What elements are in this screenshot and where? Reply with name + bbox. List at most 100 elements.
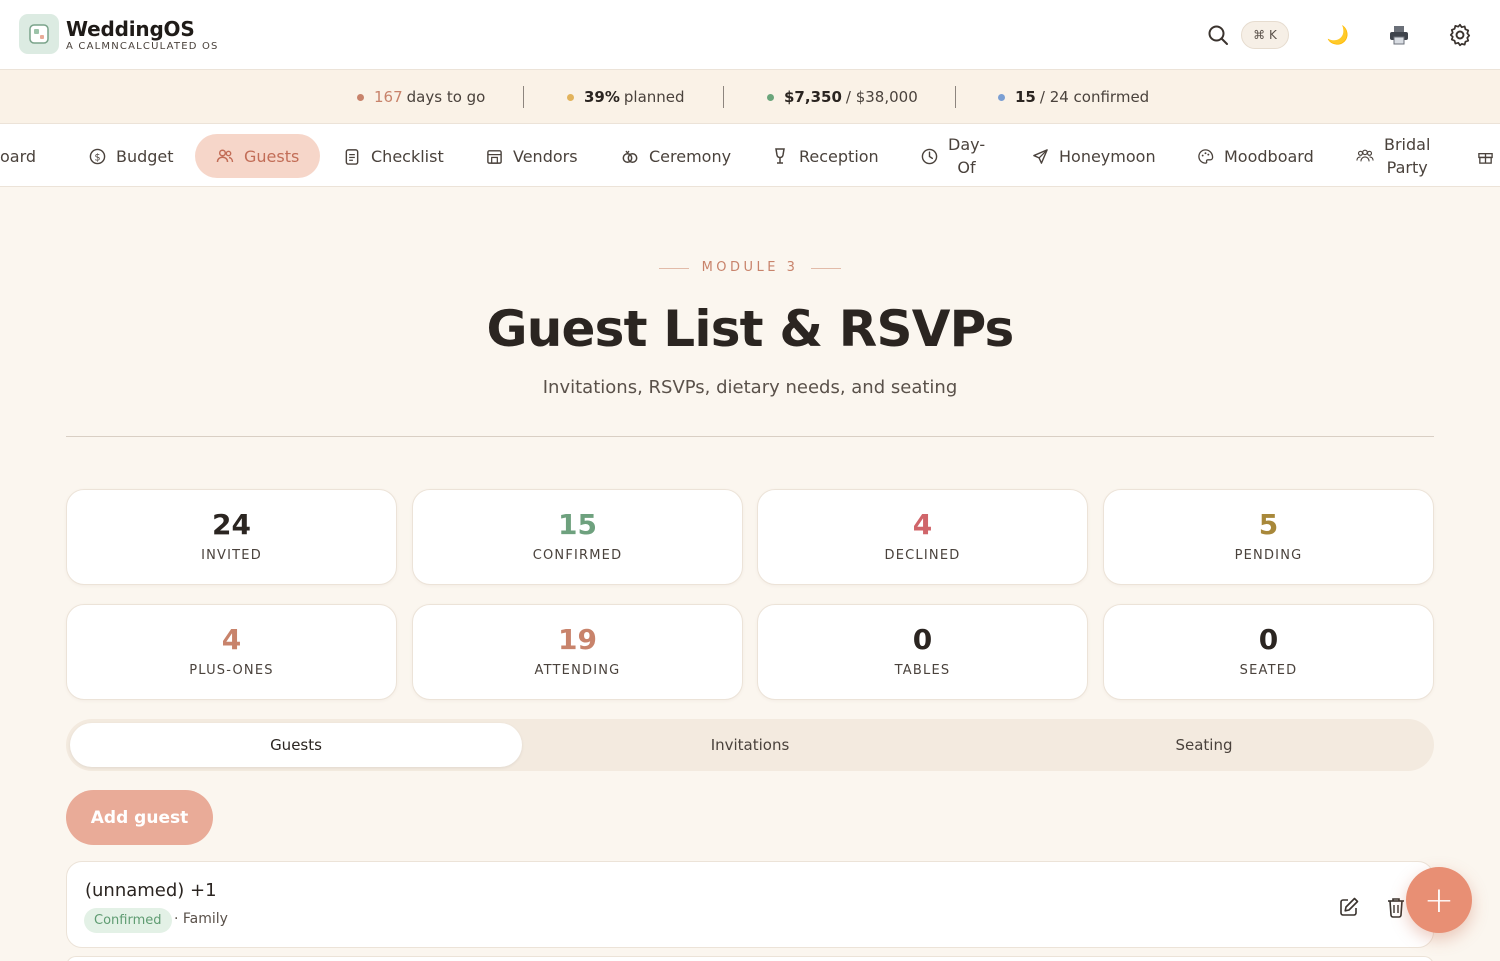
card-value: 24 — [212, 508, 251, 541]
card-value: 5 — [1258, 508, 1279, 541]
card-label: PENDING — [1234, 548, 1303, 563]
planned-stat: 39% planned — [567, 86, 685, 108]
nav-item-label: Ceremony — [649, 146, 732, 166]
status-dot — [767, 93, 774, 101]
plus-ones-card: 4 PLUS-ONES — [66, 604, 397, 700]
card-label: SEATED — [1239, 663, 1298, 678]
page-title: Guest List & RSVPs — [486, 300, 1014, 358]
nav-item-bridal-party[interactable]: Bridal Party — [1356, 134, 1430, 178]
nav-item-label: oard — [0, 146, 37, 166]
card-value: 0 — [1258, 623, 1279, 656]
gear-icon[interactable] — [1445, 20, 1475, 50]
nav-label-line: Party — [1386, 158, 1428, 177]
invited-card: 24 INVITED — [66, 489, 397, 585]
nav-item-dashboard[interactable]: oard — [0, 134, 36, 178]
dollar-icon: $ — [88, 147, 106, 165]
trash-icon[interactable] — [1384, 895, 1408, 919]
card-label: DECLINED — [884, 548, 961, 563]
days-value: 167 — [374, 88, 403, 106]
nav-item-registry[interactable] — [1476, 134, 1500, 178]
days-label: days to go — [406, 88, 486, 106]
nav-item-reception[interactable]: Reception — [771, 134, 879, 178]
guest-name: (unnamed) +1 — [85, 880, 217, 901]
nav-item-label: Moodboard — [1224, 146, 1314, 166]
section-divider — [66, 436, 1434, 437]
nav-item-moodboard[interactable]: Moodboard — [1196, 134, 1314, 178]
brand-name: WeddingOS — [66, 17, 195, 41]
send-icon — [1031, 147, 1049, 165]
nav-item-label: Day- Of — [948, 133, 985, 179]
tab-guests[interactable]: Guests — [70, 723, 522, 767]
card-label: TABLES — [894, 663, 951, 678]
card-label: CONFIRMED — [532, 548, 623, 563]
guest-row: (unnamed) +1 Confirmed · Family — [66, 861, 1434, 948]
status-dot — [357, 93, 364, 101]
page-subtitle: Invitations, RSVPs, dietary needs, and s… — [542, 377, 958, 398]
planned-value: 39% — [584, 88, 620, 106]
card-label: PLUS-ONES — [189, 663, 274, 678]
card-label: ATTENDING — [534, 663, 621, 678]
next-guest-row — [66, 956, 1434, 961]
group-icon — [1356, 147, 1374, 165]
floating-add-button[interactable]: + — [1406, 867, 1472, 933]
status-badge: Confirmed — [84, 908, 172, 933]
top-bar: WeddingOS A CALMNCALCULATED OS ⌘ K 🌙 — [0, 0, 1500, 70]
users-icon — [216, 147, 234, 165]
divider — [955, 86, 956, 108]
divider — [723, 86, 724, 108]
nav-item-honeymoon[interactable]: Honeymoon — [1031, 134, 1156, 178]
nav-item-guests[interactable]: Guests — [195, 134, 321, 178]
nav-item-label: Bridal Party — [1384, 133, 1430, 179]
tab-seating[interactable]: Seating — [978, 723, 1430, 767]
nav-item-label: Budget — [116, 146, 174, 166]
add-guest-button[interactable]: Add guest — [66, 790, 213, 845]
module-label: MODULE 3 — [701, 260, 799, 275]
budget-spent: $7,350 — [784, 88, 842, 106]
nav-item-vendors[interactable]: Vendors — [485, 134, 578, 178]
glass-icon — [771, 147, 789, 165]
view-tabs: Guests Invitations Seating — [66, 719, 1434, 771]
app-logo-icon[interactable] — [19, 14, 59, 54]
confirmed-stat: 15 / 24 confirmed — [998, 86, 1149, 108]
svg-text:$: $ — [94, 152, 100, 163]
nav-item-label: Guests — [244, 146, 300, 166]
tab-invitations[interactable]: Invitations — [524, 723, 976, 767]
decorative-line — [811, 268, 841, 269]
planned-label: planned — [623, 88, 685, 106]
card-value: 19 — [558, 623, 597, 656]
divider — [523, 86, 524, 108]
nav-label-line: Bridal — [1384, 135, 1431, 154]
tables-card: 0 TABLES — [757, 604, 1088, 700]
gift-icon — [1476, 147, 1494, 165]
module-nav: oard $ Budget Guests Checklist Vendors C… — [0, 124, 1500, 187]
guest-group: · Family — [174, 911, 228, 927]
nav-label-line: Of — [957, 158, 976, 177]
nav-item-label: Vendors — [513, 146, 578, 166]
budget-stat: $7,350 / $38,000 — [767, 86, 918, 108]
clipboard-icon — [343, 147, 361, 165]
nav-item-label: Checklist — [371, 146, 444, 166]
card-label: INVITED — [201, 548, 262, 563]
palette-icon — [1196, 147, 1214, 165]
brand-tagline: A CALMNCALCULATED OS — [66, 41, 219, 52]
seated-card: 0 SEATED — [1103, 604, 1434, 700]
nav-item-budget[interactable]: $ Budget — [88, 134, 174, 178]
confirmed-label: / 24 confirmed — [1039, 88, 1150, 106]
nav-item-label: Reception — [799, 146, 879, 166]
attending-card: 19 ATTENDING — [412, 604, 743, 700]
search-icon[interactable] — [1203, 20, 1233, 50]
card-value: 4 — [221, 623, 242, 656]
rings-icon — [621, 147, 639, 165]
moon-icon[interactable]: 🌙 — [1323, 20, 1353, 50]
nav-label-line: Day- — [948, 135, 986, 154]
edit-icon[interactable] — [1337, 895, 1361, 919]
printer-icon[interactable] — [1384, 20, 1414, 50]
nav-item-day-of[interactable]: Day- Of — [920, 134, 985, 178]
command-palette-shortcut[interactable]: ⌘ K — [1241, 21, 1289, 49]
nav-item-checklist[interactable]: Checklist — [343, 134, 444, 178]
days-to-go-stat: 167 days to go — [357, 86, 485, 108]
status-dot — [998, 93, 1005, 101]
nav-item-label: Honeymoon — [1059, 146, 1156, 166]
nav-item-ceremony[interactable]: Ceremony — [621, 134, 731, 178]
pending-card: 5 PENDING — [1103, 489, 1434, 585]
